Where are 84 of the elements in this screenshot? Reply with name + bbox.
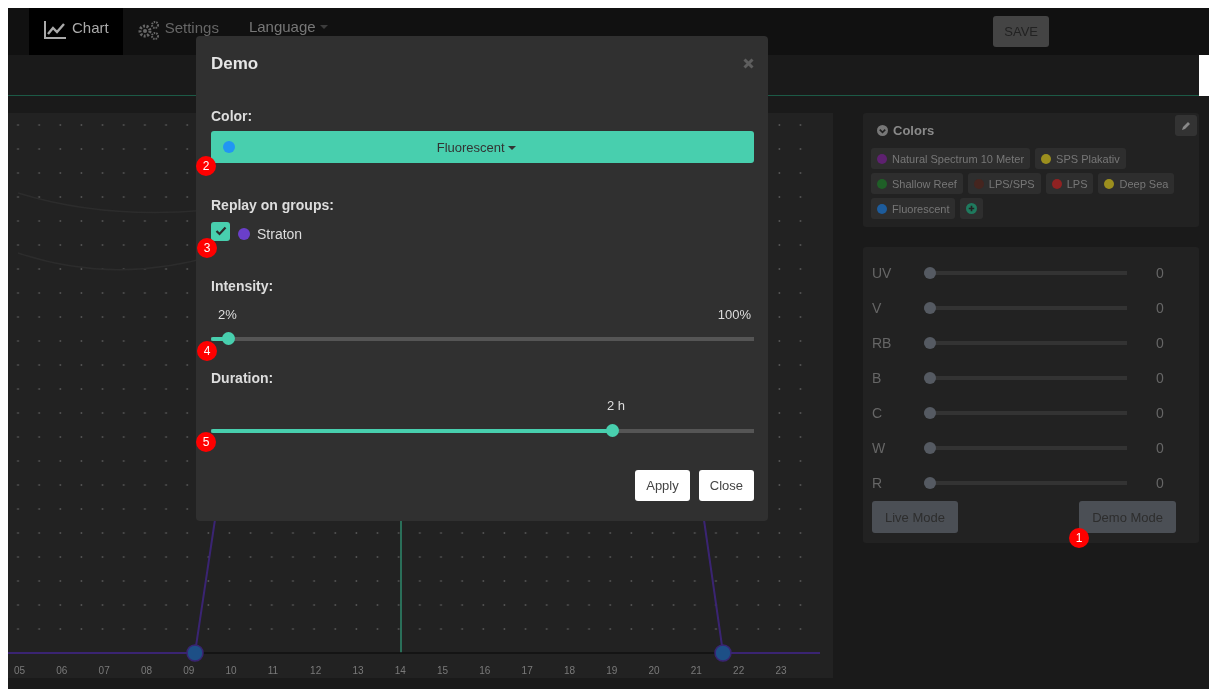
check-icon	[214, 226, 227, 236]
hour-label: 19	[606, 665, 618, 676]
slider-thumb[interactable]	[924, 266, 936, 279]
field-label: Color:	[211, 108, 254, 124]
hour-label: 11	[267, 665, 279, 676]
hour-label: 09	[183, 665, 195, 676]
hour-label: 14	[394, 665, 406, 676]
dialog-title: Demo	[211, 53, 259, 74]
tag-label: SPS Plakativ	[1056, 152, 1120, 165]
color-tag[interactable]: Fluorescent	[871, 198, 956, 219]
hour-label: 12	[310, 665, 322, 676]
hour-label: 06	[56, 665, 68, 676]
panel-title: Colors	[893, 123, 935, 138]
tag-label: LPS	[1066, 177, 1088, 190]
slider-thumb[interactable]	[606, 424, 620, 437]
channel-value: 0	[1156, 404, 1164, 421]
hour-label: 13	[352, 665, 364, 676]
hour-label: 08	[140, 665, 152, 676]
slider-value: 2%	[218, 307, 237, 322]
nav-tab[interactable]: Settings	[122, 8, 233, 55]
hour-label: 21	[690, 665, 702, 676]
tag-label: Shallow Reef	[892, 177, 957, 190]
channel-value: 0	[1156, 369, 1164, 386]
channel-label: C	[872, 404, 884, 421]
channel-value: 0	[1156, 474, 1164, 491]
hour-label: 18	[563, 665, 576, 676]
color-tag[interactable]: Shallow Reef	[871, 173, 963, 194]
dialog-button[interactable]: Apply	[635, 470, 690, 501]
add-button[interactable]	[960, 198, 984, 219]
channel-label: V	[872, 299, 883, 316]
hour-label: 15	[437, 665, 449, 676]
slider-thumb[interactable]	[924, 371, 936, 384]
slider-value: 2 h	[607, 398, 626, 413]
color-tag[interactable]: SPS Plakativ	[1035, 148, 1126, 169]
data-point[interactable]	[714, 644, 732, 662]
hour-label: 16	[479, 665, 491, 676]
language-menu[interactable]: Language	[232, 8, 342, 55]
checkbox[interactable]	[211, 221, 230, 241]
field-label: Intensity:	[211, 278, 275, 294]
slider-thumb[interactable]	[924, 336, 936, 349]
tag-label: LPS/SPS	[988, 177, 1035, 190]
pencil-icon	[1181, 120, 1191, 131]
hour-label: 07	[98, 665, 110, 676]
channel-label: RB	[872, 334, 893, 351]
color-tag[interactable]: LPS/SPS	[967, 173, 1041, 194]
slider-thumb[interactable]	[924, 441, 936, 454]
nav-tab[interactable]: Chart	[29, 8, 123, 55]
close-icon[interactable]	[743, 58, 754, 69]
gears-icon	[136, 20, 160, 40]
color-tag[interactable]: Natural Spectrum 10 Meter	[871, 148, 1031, 169]
channel-label: UV	[872, 264, 893, 281]
slider-thumb[interactable]	[221, 332, 235, 345]
field-label: Duration:	[211, 370, 275, 386]
tag-label: Fluorescent	[892, 202, 950, 215]
channel-label: W	[872, 439, 887, 456]
chevron-down-icon[interactable]	[877, 125, 888, 136]
field-label: Replay on groups:	[211, 197, 335, 213]
dialog-button[interactable]: Close	[698, 470, 754, 501]
tag-label: Natural Spectrum 10 Meter	[892, 152, 1025, 165]
slider-thumb[interactable]	[924, 406, 936, 419]
hour-label: 05	[14, 665, 26, 676]
channel-label: R	[872, 474, 884, 491]
channel-value: 0	[1156, 439, 1164, 456]
hour-label: 10	[225, 665, 237, 676]
hour-label: 23	[775, 665, 787, 676]
group-label: Straton	[257, 226, 303, 242]
tag-label: Deep Sea	[1119, 177, 1169, 190]
slider-max-label: 100%	[717, 307, 751, 322]
edit-button[interactable]	[1175, 115, 1197, 136]
slider-thumb[interactable]	[924, 301, 936, 314]
color-dropdown[interactable]: Fluorescent	[211, 131, 754, 163]
hour-label: 20	[648, 665, 660, 676]
hour-label: 17	[521, 665, 533, 676]
color-tag[interactable]: Deep Sea	[1098, 173, 1175, 194]
plus-icon	[966, 203, 978, 214]
channel-value: 0	[1156, 334, 1164, 351]
channel-label: B	[872, 369, 883, 386]
line-chart-icon	[43, 20, 67, 40]
data-point[interactable]	[186, 644, 204, 662]
channel-value: 0	[1156, 264, 1164, 281]
channel-value: 0	[1156, 299, 1164, 316]
hour-label: 22	[733, 665, 745, 676]
color-tag[interactable]: LPS	[1045, 173, 1094, 194]
slider-thumb[interactable]	[924, 476, 936, 489]
